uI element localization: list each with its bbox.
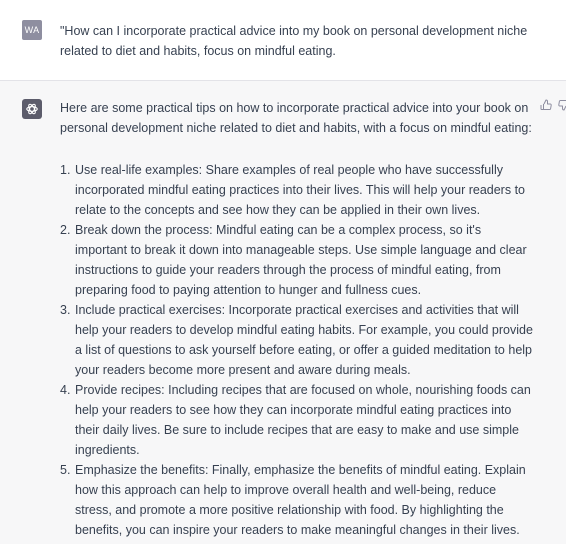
openai-logo-icon: [22, 99, 42, 119]
assistant-intro: Here are some practical tips on how to i…: [60, 101, 532, 135]
list-item-text: Provide recipes: Including recipes that …: [75, 383, 531, 457]
user-avatar: WA: [22, 20, 42, 40]
list-item: 1. Use real-life examples: Share example…: [60, 160, 536, 220]
list-item-text: Use real-life examples: Share examples o…: [75, 163, 525, 217]
list-item-number: 3.: [60, 303, 71, 317]
user-message-text: "How can I incorporate practical advice …: [60, 24, 528, 58]
chat-page: WA "How can I incorporate practical advi…: [0, 0, 566, 544]
list-item: 5. Emphasize the benefits: Finally, emph…: [60, 460, 536, 540]
list-item: 2. Break down the process: Mindful eatin…: [60, 220, 536, 300]
feedback-buttons: [540, 99, 566, 111]
list-item-number: 5.: [60, 463, 71, 477]
assistant-message-content: Here are some practical tips on how to i…: [60, 98, 536, 540]
list-item-number: 2.: [60, 223, 71, 237]
list-item-number: 1.: [60, 163, 71, 177]
tips-list: 1. Use real-life examples: Share example…: [60, 160, 536, 540]
user-message-row: WA "How can I incorporate practical advi…: [0, 0, 566, 81]
thumbs-down-icon[interactable]: [558, 99, 566, 111]
list-item-text: Break down the process: Mindful eating c…: [75, 223, 527, 297]
list-item-text: Include practical exercises: Incorporate…: [75, 303, 533, 377]
openai-logo-svg: [26, 103, 38, 115]
list-item: 4. Provide recipes: Including recipes th…: [60, 380, 536, 460]
list-item-text: Emphasize the benefits: Finally, emphasi…: [75, 463, 526, 537]
assistant-message-row: Here are some practical tips on how to i…: [0, 81, 566, 544]
list-item: 3. Include practical exercises: Incorpor…: [60, 300, 536, 380]
thumbs-up-icon[interactable]: [540, 99, 552, 111]
list-item-number: 4.: [60, 383, 71, 397]
